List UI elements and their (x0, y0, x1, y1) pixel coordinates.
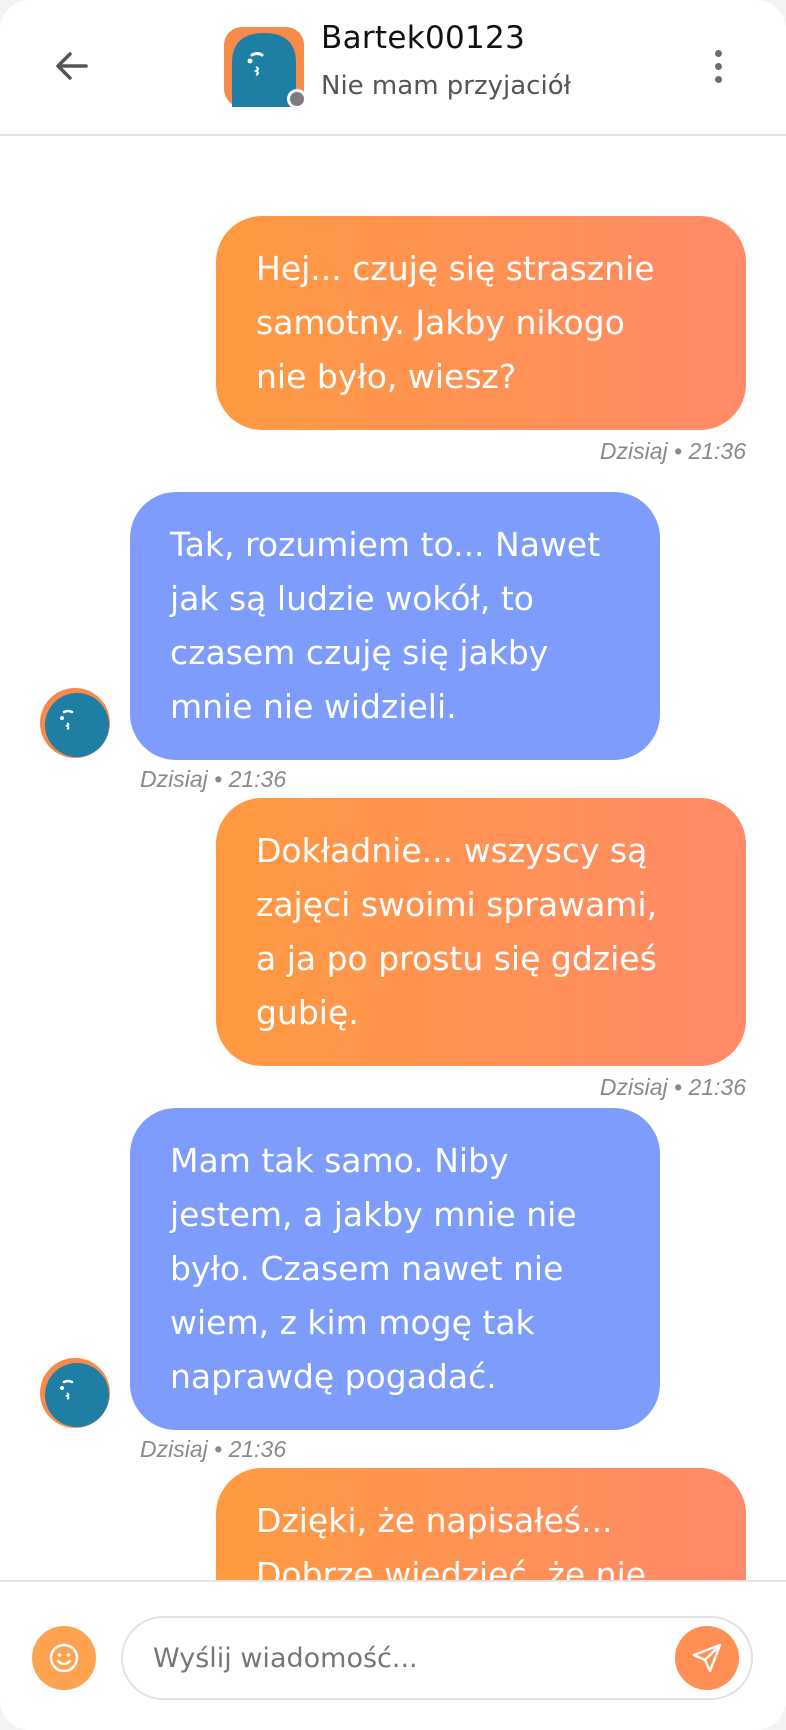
incoming-message-bubble[interactable]: Mam tak samo. Niby jestem, a jakby mnie … (130, 1108, 660, 1430)
blob-avatar-icon (40, 688, 110, 758)
message-timestamp: Dzisiaj • 21:36 (140, 766, 287, 792)
outgoing-message-bubble[interactable]: Dokładnie... wszyscy są zajęci swoimi sp… (216, 798, 746, 1066)
message-composer (0, 1580, 786, 1730)
arrow-left-icon (56, 52, 88, 80)
more-vertical-icon (714, 49, 722, 57)
message-timestamp: Dzisiaj • 21:36 (599, 438, 746, 464)
message-timestamp: Dzisiaj • 21:36 (140, 1436, 287, 1462)
message-input-container (121, 1616, 753, 1700)
blob-avatar-icon (40, 1358, 110, 1428)
chat-screen: Bartek00123 Nie mam przyjaciół Hej... cz… (0, 0, 786, 1730)
back-button[interactable] (44, 38, 100, 94)
chat-header: Bartek00123 Nie mam przyjaciół (0, 0, 786, 136)
incoming-message-bubble[interactable]: Tak, rozumiem to... Nawet jak są ludzie … (130, 492, 660, 760)
contact-status: Nie mam przyjaciół (321, 71, 571, 101)
message-list[interactable]: Hej... czuję się strasznie samotny. Jakb… (0, 138, 786, 1580)
emoji-button[interactable] (32, 1626, 96, 1690)
more-vertical-icon-dot (714, 75, 722, 83)
contact-avatar[interactable] (224, 27, 307, 109)
outgoing-message-bubble[interactable]: Hej... czuję się strasznie samotny. Jakb… (216, 216, 746, 430)
more-options-button[interactable] (700, 38, 736, 94)
send-button[interactable] (675, 1626, 739, 1690)
message-timestamp: Dzisiaj • 21:36 (599, 1074, 746, 1100)
smile-icon (49, 1643, 79, 1673)
outgoing-message-bubble[interactable]: Dzięki, że napisałeś... Dobrze wiedzieć,… (216, 1468, 746, 1580)
send-icon (692, 1643, 722, 1673)
message-input[interactable] (153, 1618, 673, 1698)
more-vertical-icon-dot (714, 62, 722, 70)
presence-indicator (287, 89, 307, 109)
contact-name: Bartek00123 (321, 20, 526, 56)
